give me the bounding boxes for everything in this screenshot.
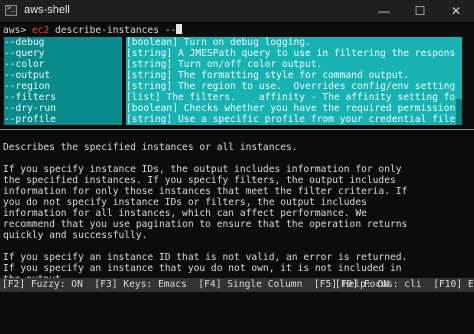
doc-line: quickly and successfully. [3, 230, 148, 241]
minimize-button[interactable]: — [366, 0, 402, 22]
doc-line [3, 153, 407, 164]
command-input[interactable]: describe-instances -- [55, 25, 176, 36]
completion-option[interactable]: --region [4, 81, 122, 92]
doc-line: If you specify an instance ID that is no… [3, 252, 408, 263]
completion-scrollbar-thumb[interactable] [456, 37, 462, 99]
completion-scrollbar[interactable] [456, 37, 462, 125]
title-bar[interactable]: aws-shell — ☐ ✕ [0, 0, 474, 22]
completion-description: [string] The formatting style for comman… [126, 70, 458, 81]
completion-item[interactable]: --color [string] Turn on/off color output… [4, 59, 458, 70]
doc-line: information for all instances, which can… [3, 208, 367, 219]
completion-item[interactable]: --query [string] A JMESPath query to use … [4, 48, 458, 59]
completion-item[interactable]: --filters [list] The filters. affinity - … [4, 92, 458, 103]
status-bar: [F2] Fuzzy: ON [F3] Keys: Emacs [F4] Sin… [0, 278, 474, 292]
doc-line [3, 241, 407, 252]
completion-option[interactable]: --query [4, 48, 122, 59]
pane-divider [0, 129, 474, 130]
completion-description: [string] Use a specific profile from you… [126, 114, 458, 125]
doc-line: If you specify instance IDs, the output … [3, 164, 402, 175]
close-button[interactable]: ✕ [438, 0, 474, 22]
doc-line: Describes the specified instances or all… [3, 142, 298, 153]
completion-menu[interactable]: --debug [boolean] Turn on debug logging. -… [4, 37, 458, 125]
prompt-prefix: aws> [3, 25, 27, 36]
status-bar-keys: [F2] Fuzzy: ON [F3] Keys: Emacs [F4] Sin… [2, 279, 389, 290]
doc-line: information for only those instances tha… [3, 186, 408, 197]
maximize-button[interactable]: ☐ [402, 0, 438, 22]
completion-description: [string] Turn on/off color output. [126, 59, 458, 70]
completion-option[interactable]: --dry-run [4, 103, 122, 114]
completion-item[interactable]: --dry-run [boolean] Checks whether you ha… [4, 103, 458, 114]
doc-line: recommend that you use pagination to ens… [3, 219, 408, 230]
prompt-service: ec2 [31, 25, 50, 36]
completion-option[interactable]: --output [4, 70, 122, 81]
terminal-window: aws-shell — ☐ ✕ aws> ec2 describe-instan… [0, 0, 474, 292]
completion-option[interactable]: --filters [4, 92, 122, 103]
completion-description: [boolean] Checks whether you have the re… [126, 103, 458, 114]
window-title: aws-shell [24, 4, 70, 16]
terminal-app-icon [5, 4, 17, 16]
completion-item[interactable]: --output [string] The formatting style fo… [4, 70, 458, 81]
completion-description: [string] A JMESPath query to use in filt… [126, 48, 458, 59]
completion-option[interactable]: --debug [4, 37, 122, 48]
completion-description: [string] The region to use. Overrides co… [126, 81, 458, 92]
completion-description: [boolean] Turn on debug logging. [126, 37, 458, 48]
completion-option[interactable]: --color [4, 59, 122, 70]
command-prompt[interactable]: aws> ec2 describe-instances -- [3, 24, 183, 36]
doc-line: the specified instances. If you specify … [3, 175, 396, 186]
completion-description: [list] The filters. affinity - The affin… [126, 92, 458, 103]
status-bar-focus-exit: [F9] Focus: cli [F10] Exit [335, 279, 474, 290]
doc-line: you do not specify instance IDs or filte… [3, 197, 367, 208]
terminal-area[interactable]: aws> ec2 describe-instances -- --debug [b… [0, 22, 474, 292]
doc-line: If you specify an instance that you do n… [3, 263, 402, 274]
completion-item[interactable]: --debug [boolean] Turn on debug logging. [4, 37, 458, 48]
completion-item[interactable]: --region [string] The region to use. Over… [4, 81, 458, 92]
completion-option[interactable]: --profile [4, 114, 122, 125]
documentation-panel: Describes the specified instances or all… [3, 142, 407, 285]
completion-item[interactable]: --profile [string] Use a specific profile… [4, 114, 458, 125]
text-cursor [176, 24, 183, 34]
